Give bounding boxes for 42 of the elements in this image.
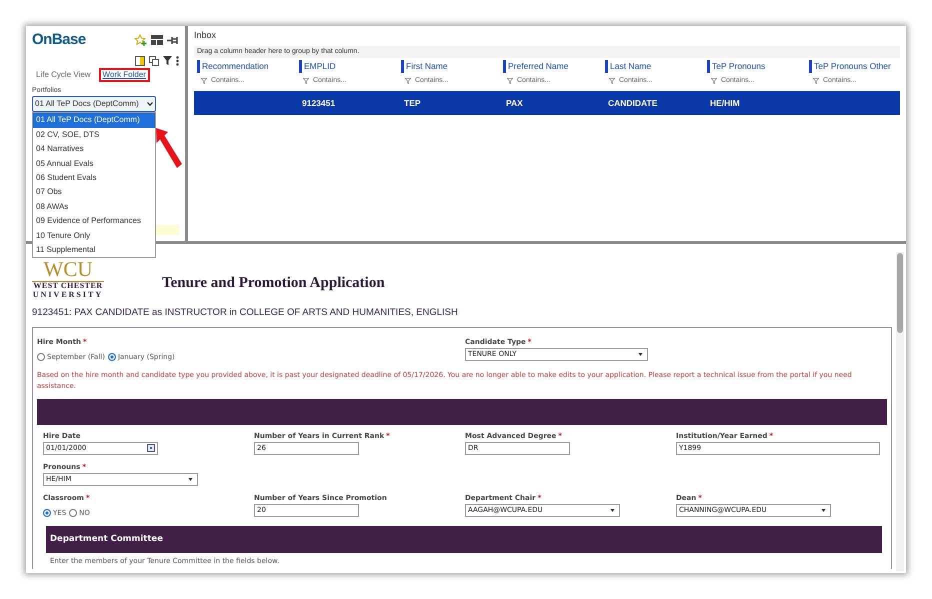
table-cell-text: PAX	[505, 96, 524, 110]
form-title: Tenure and Promotion Application	[162, 274, 385, 293]
column-header[interactable]: TeP Pronouns	[707, 60, 806, 73]
dropdown-option[interactable]: 05 Annual Evals	[33, 156, 155, 171]
column-header[interactable]: TeP Pronouns Other	[809, 60, 906, 73]
dropdown-option[interactable]: 09 Evidence of Performances	[33, 214, 155, 229]
table-row[interactable]: 9123451 TEP PAX CANDIDATE HE/HIM	[194, 91, 900, 116]
chevron-down-icon	[147, 102, 153, 106]
view-tab[interactable]: Life Cycle View	[32, 68, 95, 82]
table-cell-text: HE/HIM	[709, 96, 741, 110]
star-plus-icon[interactable]	[134, 34, 147, 46]
dropdown-option[interactable]: 02 CV, SOE, DTS	[33, 128, 155, 142]
dropdown-option[interactable]: 01 All TeP Docs (DeptComm)	[33, 113, 155, 128]
column-header[interactable]: Preferred Name	[503, 60, 602, 73]
dropdown-option[interactable]: 08 AWAs	[33, 200, 155, 214]
table-cell-text: CANDIDATE	[607, 96, 658, 110]
panel-toggle-icon[interactable]	[135, 56, 145, 66]
scrollbar[interactable]	[896, 252, 904, 571]
form-subtitle: 9123451: PAX CANDIDATE as INSTRUCTOR in COLLEGE OF ARTS AND HUMANITIES, ENGLISH	[32, 306, 459, 320]
university-logo: WCU WEST CHESTER UNIVERSITY	[32, 258, 104, 300]
dropdown-option[interactable]: 10 Tenure Only	[33, 228, 155, 243]
column-header[interactable]: EMPLID	[299, 60, 398, 73]
app-logo: OnBase	[32, 30, 86, 50]
dropdown-option[interactable]: 06 Student Evals	[33, 170, 155, 186]
dropdown-option[interactable]: 11 Supplemental	[33, 242, 155, 258]
dropdown-option[interactable]: 07 Obs	[33, 185, 155, 200]
more-icon[interactable]	[176, 56, 179, 66]
column-header[interactable]: First Name	[401, 60, 500, 73]
dropdown-option[interactable]: 04 Narratives	[33, 142, 155, 157]
view-tab[interactable]: Work Folder	[98, 68, 150, 82]
layout-icon[interactable]	[151, 35, 163, 46]
pane-title: Inbox	[194, 29, 218, 42]
column-header[interactable]: Last Name	[605, 60, 704, 73]
section-header: Department Committee	[46, 526, 882, 553]
pin-icon[interactable]	[167, 36, 179, 45]
column-header[interactable]: Recommendation	[197, 60, 296, 73]
calendar-icon[interactable]	[147, 444, 155, 452]
filter-icon[interactable]	[163, 56, 172, 65]
table-cell-text: 9123451	[301, 96, 336, 110]
table-cell-text: TEP	[403, 96, 422, 110]
windows-icon[interactable]	[149, 56, 159, 66]
portfolio-select[interactable]: 01 All TeP Docs (DeptComm)	[32, 96, 156, 112]
